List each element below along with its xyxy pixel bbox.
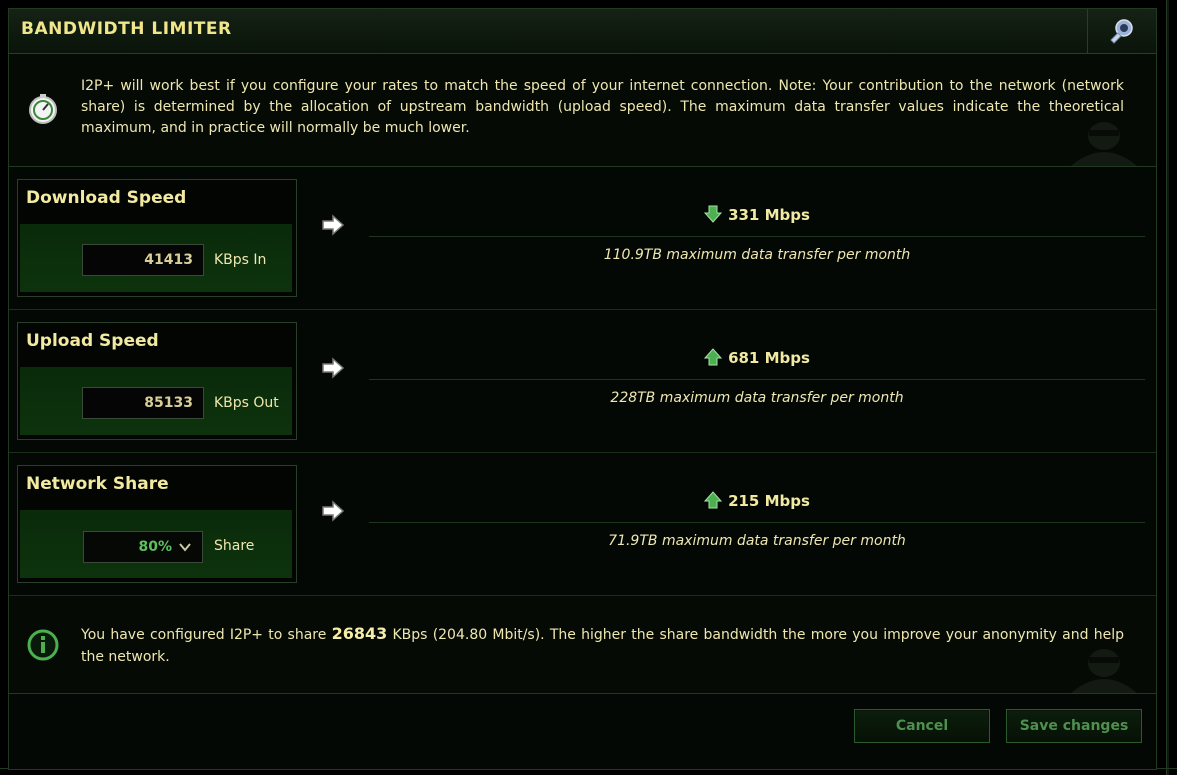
share-rate: 215 Mbps 71.9TB maximum data transfer pe… <box>369 477 1145 565</box>
share-select-value: 80% <box>138 539 172 555</box>
share-transfer: 71.9TB maximum data transfer per month <box>608 533 906 549</box>
arrow-right-icon <box>322 357 345 379</box>
arrow-up-icon <box>703 491 723 509</box>
divider <box>369 522 1145 523</box>
share-amount: 26843 <box>331 624 388 643</box>
download-mbps: 331 Mbps <box>728 206 810 224</box>
arrow-down-icon <box>703 205 723 223</box>
arrow-right-icon <box>322 500 345 522</box>
upload-title: Upload Speed <box>26 331 159 351</box>
info-prefix: You have configured I2P+ to share <box>81 627 332 643</box>
upload-transfer: 228TB maximum data transfer per month <box>610 390 904 406</box>
spy-watermark-icon <box>1071 649 1137 693</box>
download-rate: 331 Mbps 110.9TB maximum data transfer p… <box>369 191 1145 279</box>
page-title: BANDWIDTH LIMITER <box>21 19 232 39</box>
share-card: Network Share 80% Share <box>17 465 297 583</box>
download-title: Download Speed <box>26 188 187 208</box>
save-changes-button[interactable]: Save changes <box>1006 709 1142 743</box>
download-row: Download Speed 41413 KBps In 331 Mbps 11… <box>9 167 1156 310</box>
info-icon <box>27 629 59 661</box>
intro-section: I2P+ will work best if you configure you… <box>9 54 1156 167</box>
spy-watermark-icon <box>1071 122 1137 166</box>
speedometer-icon <box>29 94 57 124</box>
share-row: Network Share 80% Share 215 Mbps 71.9TB … <box>9 453 1156 596</box>
upload-input-area: 85133 KBps Out <box>20 367 292 435</box>
download-speed-input[interactable]: 41413 <box>82 244 204 276</box>
share-unit-label: Share <box>214 538 255 554</box>
cancel-button[interactable]: Cancel <box>854 709 990 743</box>
bandwidth-panel: BANDWIDTH LIMITER I2P+ will work best if… <box>8 8 1157 770</box>
divider <box>369 236 1145 237</box>
share-info-text: You have configured I2P+ to share 26843 … <box>81 623 1124 668</box>
share-input-area: 80% Share <box>20 510 292 578</box>
upload-row: Upload Speed 85133 KBps Out 681 Mbps 228… <box>9 310 1156 453</box>
download-unit-label: KBps In <box>214 252 267 268</box>
share-select[interactable]: 80% <box>83 531 203 563</box>
arrow-right-icon <box>322 214 345 236</box>
divider <box>369 379 1145 380</box>
chevron-down-icon <box>179 543 191 552</box>
upload-mbps: 681 Mbps <box>728 349 810 367</box>
arrow-up-icon <box>703 348 723 366</box>
download-card: Download Speed 41413 KBps In <box>17 179 297 297</box>
upload-rate: 681 Mbps 228TB maximum data transfer per… <box>369 334 1145 422</box>
panel-header: BANDWIDTH LIMITER <box>9 9 1156 54</box>
upload-card: Upload Speed 85133 KBps Out <box>17 322 297 440</box>
download-transfer: 110.9TB maximum data transfer per month <box>603 247 911 263</box>
upload-speed-input[interactable]: 85133 <box>82 387 204 419</box>
wrench-icon <box>1110 19 1133 44</box>
upload-unit-label: KBps Out <box>214 395 279 411</box>
download-input-area: 41413 KBps In <box>20 224 292 292</box>
share-mbps: 215 Mbps <box>728 492 810 510</box>
wizard-tool-button[interactable] <box>1087 9 1156 53</box>
share-title: Network Share <box>26 474 169 494</box>
intro-text: I2P+ will work best if you configure you… <box>81 78 1124 136</box>
window-edge <box>1166 0 1169 775</box>
share-info-section: You have configured I2P+ to share 26843 … <box>9 597 1156 694</box>
